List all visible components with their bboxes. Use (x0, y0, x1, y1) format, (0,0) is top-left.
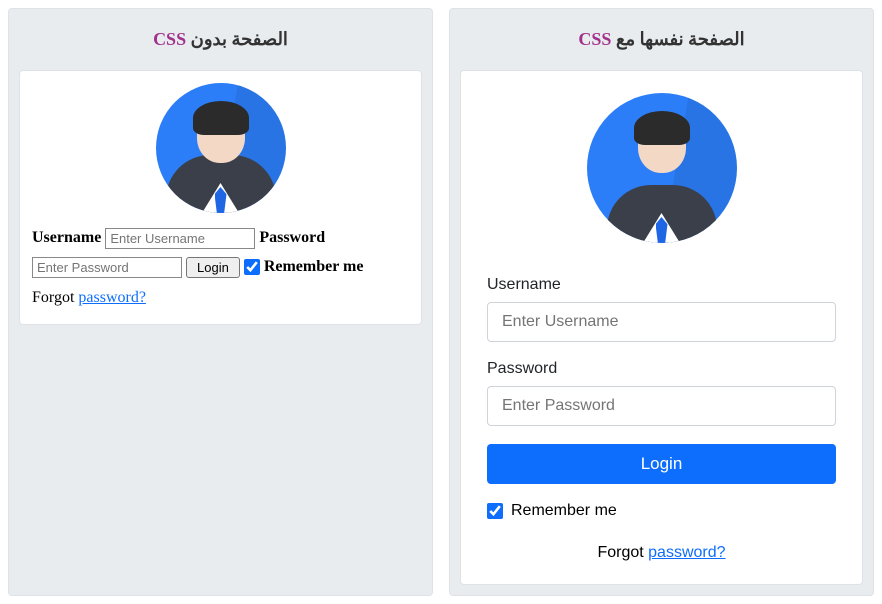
panel-with-css: CSS الصفحة نفسها مع Username Password (449, 8, 874, 596)
avatar-icon (587, 93, 737, 243)
password-label: Password (259, 229, 325, 246)
forgot-row: Forgot password? (487, 544, 836, 562)
panel-no-css: CSS الصفحة بدون Username Password (8, 8, 433, 596)
remember-row: Remember me (487, 502, 836, 520)
password-group: Password (487, 360, 836, 426)
forgot-prefix: Forgot (597, 544, 648, 561)
username-group: Username (487, 276, 836, 342)
title-ar-word: الصفحة نفسها مع (616, 29, 745, 49)
forgot-prefix: Forgot (32, 289, 78, 306)
avatar-wrap (487, 93, 836, 248)
password-label: Password (487, 360, 836, 378)
remember-checkbox[interactable] (244, 259, 260, 275)
panel-with-css-title: CSS الصفحة نفسها مع (460, 19, 863, 70)
remember-label: Remember me (264, 258, 364, 275)
login-card-withcss: Username Password Login Remember me Forg… (460, 70, 863, 585)
username-label: Username (32, 229, 101, 246)
comparison-container: CSS الصفحة بدون Username Password (8, 8, 874, 596)
username-input[interactable] (487, 302, 836, 342)
password-input[interactable] (32, 257, 182, 278)
login-button[interactable]: Login (487, 444, 836, 484)
remember-checkbox[interactable] (487, 503, 503, 519)
avatar-wrap (32, 83, 409, 218)
title-css-word: CSS (578, 29, 611, 49)
forgot-password-link[interactable]: password? (78, 289, 146, 306)
username-label: Username (487, 276, 836, 294)
forgot-password-link[interactable]: password? (648, 544, 725, 561)
title-ar-word: الصفحة بدون (191, 29, 288, 49)
password-input[interactable] (487, 386, 836, 426)
username-input[interactable] (105, 228, 255, 249)
nocss-form: Username Password Login Remember me Forg… (32, 224, 409, 312)
login-card-nocss: Username Password Login Remember me Forg… (19, 70, 422, 325)
avatar-icon (156, 83, 286, 213)
title-css-word: CSS (153, 29, 186, 49)
login-button[interactable]: Login (186, 257, 240, 278)
forgot-row: Forgot password? (32, 284, 409, 313)
panel-no-css-title: CSS الصفحة بدون (19, 19, 422, 70)
remember-label: Remember me (511, 502, 617, 520)
